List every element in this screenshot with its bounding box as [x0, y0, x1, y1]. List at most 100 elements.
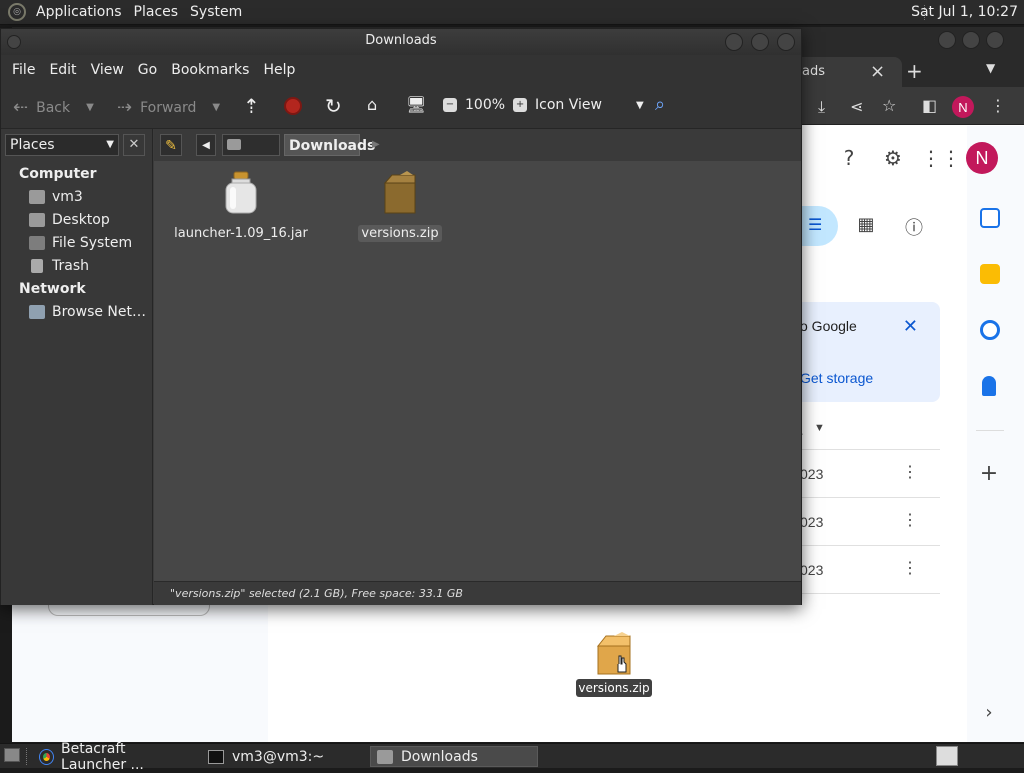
path-left-arrow-icon[interactable]: ◀ [196, 134, 216, 156]
menu-edit[interactable]: Edit [42, 62, 83, 78]
places-heading-network: Network [19, 281, 86, 297]
path-button-downloads[interactable]: Downloads [284, 134, 375, 156]
more-options-icon[interactable]: ⋮ [902, 510, 918, 530]
more-options-icon[interactable]: ⋮ [902, 462, 918, 482]
task-terminal[interactable]: vm3@vm3:~ [202, 746, 368, 767]
sidebar-item-desktop[interactable]: Desktop [29, 210, 110, 230]
up-arrow-icon[interactable]: ⇡ [243, 94, 260, 118]
help-icon[interactable]: ? [835, 146, 863, 170]
file-row[interactable]: 023 ⋮ [780, 450, 940, 498]
file-view[interactable]: launcher-1.09_16.jar versions.zip [154, 161, 801, 581]
profile-avatar[interactable]: N [952, 96, 974, 118]
more-options-icon[interactable]: ⋮ [902, 558, 918, 578]
taskbar: Betacraft Launcher ... vm3@vm3:~ Downloa… [0, 741, 1024, 773]
get-storage-link[interactable]: Get storage [800, 370, 873, 386]
menu-applications[interactable]: Applications [30, 4, 128, 20]
path-button-vm3[interactable]: vm3 [222, 134, 280, 176]
task-label: Downloads [401, 748, 478, 765]
file-item-selected[interactable]: versions.zip [330, 171, 470, 242]
sort-header[interactable]: ... ▼ [780, 418, 940, 450]
drive-icon [29, 236, 45, 250]
distro-logo-icon[interactable]: ◎ [8, 3, 26, 21]
computer-icon[interactable]: 🖥 [406, 95, 426, 114]
window-menu-icon[interactable] [7, 35, 21, 49]
account-avatar[interactable]: N [966, 142, 998, 174]
menu-places[interactable]: Places [128, 4, 185, 20]
tab-search-icon[interactable]: ▼ [986, 61, 995, 75]
share-icon[interactable]: ⋖ [850, 97, 863, 116]
menu-file[interactable]: File [5, 62, 42, 78]
menu-help[interactable]: Help [256, 62, 302, 78]
sidebar-item-file-system[interactable]: File System [29, 233, 132, 253]
file-item[interactable]: launcher-1.09_16.jar [171, 171, 311, 242]
close-icon[interactable] [986, 31, 1004, 49]
maximize-icon[interactable] [962, 31, 980, 49]
zoom-in-icon[interactable]: + [513, 98, 528, 112]
bookmark-star-icon[interactable]: ☆ [882, 96, 896, 115]
sidebar-item-browse-network[interactable]: Browse Net… [29, 302, 146, 322]
taskbar-separator [26, 748, 27, 765]
tasks-icon[interactable] [980, 320, 1000, 340]
places-dropdown-icon: ▼ [106, 139, 114, 150]
forward-history-dropdown-icon[interactable]: ▼ [212, 102, 220, 113]
sidepanel-icon[interactable]: ◧ [922, 96, 937, 115]
task-downloads[interactable]: Downloads [370, 746, 538, 767]
places-selector[interactable]: Places ▼ [5, 134, 119, 156]
home-folder-icon [29, 190, 45, 204]
close-icon[interactable] [777, 33, 795, 51]
show-desktop-icon[interactable] [4, 748, 20, 762]
workspace-switcher[interactable] [936, 746, 958, 766]
dismiss-close-icon[interactable]: ✕ [903, 316, 918, 337]
file-row[interactable]: 023 ⋮ [780, 546, 940, 594]
home-folder-icon[interactable]: ⌂ [367, 95, 377, 114]
storage-message: o Google [800, 318, 857, 334]
menu-view[interactable]: View [84, 62, 131, 78]
chrome-icon [38, 748, 55, 765]
apps-grid-icon[interactable]: ⋮⋮ [921, 146, 961, 170]
menu-system[interactable]: System [184, 4, 248, 20]
minimize-icon[interactable] [725, 33, 743, 51]
reload-icon[interactable]: ↻ [325, 94, 342, 118]
fm-titlebar[interactable]: Downloads [1, 29, 801, 55]
file-manager-window: Downloads File Edit View Go Bookmarks He… [0, 28, 802, 605]
zoom-out-icon[interactable]: − [443, 98, 457, 112]
grid-view-icon[interactable]: ▦ [852, 214, 880, 235]
stop-icon [284, 97, 302, 115]
expand-panel-icon[interactable]: › [975, 702, 1003, 723]
forward-button[interactable]: ⇢ Forward ▼ [117, 97, 220, 118]
calendar-icon[interactable] [980, 208, 1000, 228]
desktop-folder-icon [29, 213, 45, 227]
dragged-file[interactable]: versions.zip [576, 632, 652, 697]
browser-menu-icon[interactable]: ⋮ [990, 96, 1006, 115]
menu-bookmarks[interactable]: Bookmarks [164, 62, 256, 78]
sidebar-item-trash[interactable]: Trash [29, 256, 89, 276]
contacts-icon[interactable] [982, 376, 996, 396]
home-folder-icon [227, 139, 241, 150]
task-betacraft-launcher[interactable]: Betacraft Launcher ... [34, 741, 200, 773]
maximize-icon[interactable] [751, 33, 769, 51]
back-button[interactable]: ⇠ Back ▼ [13, 97, 94, 118]
info-icon[interactable]: ⓘ [900, 214, 928, 240]
close-sidebar-icon[interactable]: ✕ [123, 134, 145, 156]
path-right-arrow-icon[interactable]: ▶ [368, 134, 384, 156]
zoom-control[interactable]: − 100% + [443, 97, 535, 113]
stop-button[interactable] [284, 97, 302, 115]
add-addon-icon[interactable]: + [975, 461, 1003, 486]
minimize-icon[interactable] [938, 31, 956, 49]
tab-close-icon[interactable]: × [870, 61, 885, 82]
search-icon[interactable]: ⌕ [655, 94, 665, 115]
sidebar-item-vm3[interactable]: vm3 [29, 187, 83, 207]
download-icon[interactable]: ⤓ [818, 97, 825, 117]
view-mode-select[interactable]: Icon View ▼ [535, 97, 644, 113]
menu-go[interactable]: Go [131, 62, 164, 78]
folder-icon [377, 749, 393, 764]
location-toggle-icon[interactable]: ✎ [160, 134, 182, 156]
back-history-dropdown-icon[interactable]: ▼ [86, 102, 94, 113]
keep-icon[interactable] [980, 264, 1000, 284]
settings-gear-icon[interactable]: ⚙ [879, 146, 907, 170]
new-tab-icon[interactable]: + [906, 59, 923, 83]
clock[interactable]: Sat Jul 1, 10:27 [911, 4, 1018, 20]
storage-card: o Google ✕ Get storage [780, 302, 940, 402]
file-row[interactable]: 023 ⋮ [780, 498, 940, 546]
filter-icon: ☰ [808, 215, 823, 234]
